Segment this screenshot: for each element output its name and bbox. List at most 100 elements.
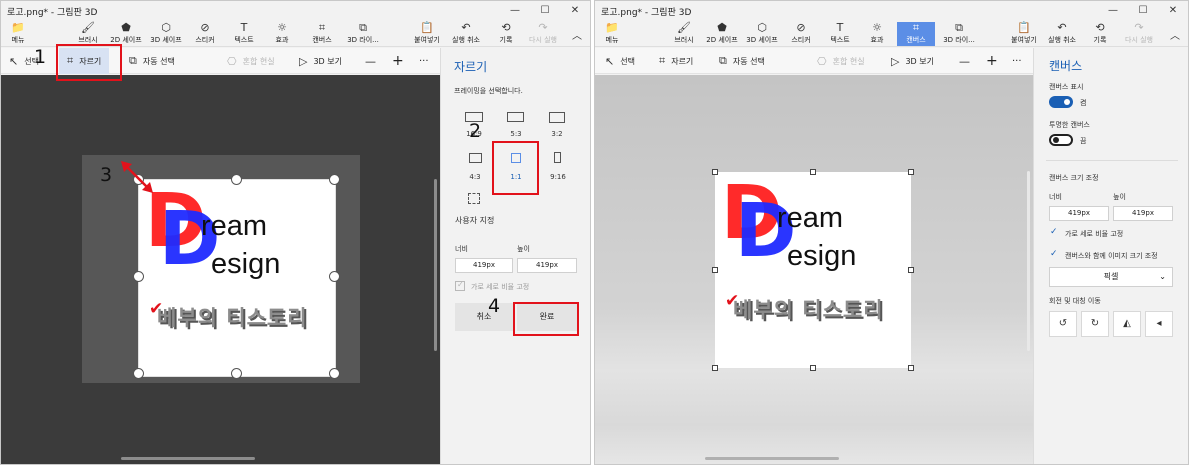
- 3d-library-button[interactable]: ⧉ 3D 라이...: [343, 22, 383, 46]
- brushes-button[interactable]: 🖌 브러시: [667, 22, 701, 46]
- horizontal-scrollbar[interactable]: [705, 457, 839, 460]
- flip-vertical-button[interactable]: ◂: [1145, 311, 1173, 337]
- height-field[interactable]: 419px: [517, 258, 577, 273]
- annotation-number-2: 2: [469, 120, 482, 142]
- redo-icon: ↷: [1134, 21, 1144, 34]
- stickers-button[interactable]: ⊘ 스티커: [189, 22, 221, 46]
- ratio-3-2-icon[interactable]: [549, 112, 565, 123]
- flip-vertical-icon: ◂: [1156, 318, 1162, 329]
- redo-button[interactable]: ↷ 다시 실행: [1121, 22, 1157, 46]
- mixed-reality-tool[interactable]: ⎔ 혼합 현실: [227, 48, 275, 74]
- crop-tool[interactable]: ⌗ 자르기: [659, 48, 693, 74]
- canvas-handle-top-left[interactable]: [712, 169, 718, 175]
- more-options-button[interactable]: ···: [1012, 48, 1022, 74]
- view-3d-tool[interactable]: ▷ 3D 보기: [299, 48, 342, 74]
- custom-ratio-icon[interactable]: [468, 193, 480, 204]
- history-button[interactable]: ⟲ 기록: [493, 22, 519, 46]
- zoom-out-button[interactable]: —: [365, 48, 376, 74]
- crop-handle-bottom-left[interactable]: [133, 368, 144, 379]
- unit-dropdown[interactable]: 픽셀 ⌄: [1049, 267, 1173, 287]
- canvas-handle-bottom-right[interactable]: [908, 365, 914, 371]
- maximize-button[interactable]: ☐: [530, 1, 560, 21]
- rotate-flip-title: 회전 및 대칭 이동: [1049, 297, 1101, 305]
- paste-button[interactable]: 📋 붙여넣기: [409, 22, 445, 46]
- paste-button[interactable]: 📋 붙여넣기: [1006, 22, 1042, 46]
- chevron-up-icon[interactable]: ︿: [572, 27, 582, 42]
- menu-button[interactable]: 📁 메뉴: [5, 22, 31, 46]
- mixed-reality-tool[interactable]: ⎔ 혼합 현실: [817, 48, 865, 74]
- zoom-in-button[interactable]: +: [392, 48, 404, 74]
- horizontal-scrollbar[interactable]: [121, 457, 255, 460]
- transparent-canvas-toggle[interactable]: [1049, 134, 1073, 146]
- crop-handle-top-right[interactable]: [329, 174, 340, 185]
- magic-select-tool[interactable]: ⧉ 자동 선택: [129, 48, 175, 74]
- rotate-right-button[interactable]: ↻: [1081, 311, 1109, 337]
- minimize-button[interactable]: —: [500, 1, 530, 21]
- effects-button[interactable]: ☼ 효과: [269, 22, 295, 46]
- zoom-in-button[interactable]: +: [986, 48, 998, 74]
- width-field[interactable]: 419px: [455, 258, 513, 273]
- crop-handle-top[interactable]: [231, 174, 242, 185]
- redo-button[interactable]: ↷ 다시 실행: [525, 22, 561, 46]
- ratio-4-3-icon[interactable]: [469, 153, 482, 163]
- canvas-image-area[interactable]: D D ream esign ✔ 베부의 티스토리: [715, 170, 911, 368]
- 3d-shapes-button[interactable]: ⬡ 3D 셰이프: [743, 22, 781, 46]
- height-field[interactable]: 419px: [1113, 206, 1173, 221]
- lock-ratio-check-icon[interactable]: ✓: [1050, 227, 1058, 237]
- ratio-9-16-icon[interactable]: [554, 152, 561, 163]
- lock-ratio-checkbox[interactable]: ✓: [455, 280, 465, 291]
- select-tool[interactable]: ↖ 선택: [605, 48, 635, 74]
- workspace-dark[interactable]: D D ream esign ✔ 베부의 티스토리: [1, 75, 440, 464]
- flip-horizontal-button[interactable]: ◭: [1113, 311, 1141, 337]
- vertical-scrollbar[interactable]: [434, 179, 437, 351]
- main-menu-bar: 📁 메뉴 🖌 브러시 ⬟ 2D 셰이프 ⬡ 3D 셰이프 ⊘ 스티커 T 텍스트 ☼ 효과 ⌗…: [595, 21, 1188, 47]
- canvas-button[interactable]: ⌗ 캔버스: [897, 22, 935, 46]
- effects-button[interactable]: ☼ 효과: [863, 22, 891, 46]
- stickers-button[interactable]: ⊘ 스티커: [785, 22, 817, 46]
- resize-image-check-icon[interactable]: ✓: [1050, 249, 1058, 259]
- view-3d-tool[interactable]: ▷ 3D 보기: [891, 48, 934, 74]
- crop-handle-bottom-right[interactable]: [329, 368, 340, 379]
- logo-image: D D ream esign ✔ 베부의 티스토리: [721, 170, 911, 342]
- width-field[interactable]: 419px: [1049, 206, 1109, 221]
- undo-button[interactable]: ↶ 실행 취소: [449, 22, 483, 46]
- canvas-handle-top-right[interactable]: [908, 169, 914, 175]
- undo-button[interactable]: ↶ 실행 취소: [1045, 22, 1079, 46]
- canvas-handle-right[interactable]: [908, 267, 914, 273]
- text-button[interactable]: T 텍스트: [229, 22, 259, 46]
- 3d-library-button[interactable]: ⧉ 3D 라이...: [939, 22, 979, 46]
- workspace-light[interactable]: D D ream esign ✔ 베부의 티스토리: [595, 75, 1033, 464]
- 2d-shapes-button[interactable]: ⬟ 2D 셰이프: [702, 22, 742, 46]
- canvas-handle-bottom-left[interactable]: [712, 365, 718, 371]
- ratio-4-3-label: 4:3: [469, 173, 481, 181]
- transparent-canvas-state: 끔: [1080, 137, 1087, 145]
- cancel-button[interactable]: 취소: [455, 303, 513, 331]
- 3d-shapes-button[interactable]: ⬡ 3D 셰이프: [147, 22, 185, 46]
- close-button[interactable]: ✕: [1158, 1, 1188, 21]
- canvas-button[interactable]: ⌗ 캔버스: [305, 22, 339, 46]
- close-button[interactable]: ✕: [560, 1, 590, 21]
- canvas-handle-top[interactable]: [810, 169, 816, 175]
- maximize-button[interactable]: ☐: [1128, 1, 1158, 21]
- menu-button[interactable]: 📁 메뉴: [599, 22, 625, 46]
- rotate-left-button[interactable]: ↺: [1049, 311, 1077, 337]
- more-options-button[interactable]: ···: [419, 48, 429, 74]
- sticker-icon: ⊘: [200, 21, 210, 34]
- crop-handle-left[interactable]: [133, 271, 144, 282]
- crop-handle-bottom[interactable]: [231, 368, 242, 379]
- show-canvas-toggle[interactable]: [1049, 96, 1073, 108]
- text-button[interactable]: T 텍스트: [825, 22, 855, 46]
- canvas-handle-left[interactable]: [712, 267, 718, 273]
- minimize-button[interactable]: —: [1098, 1, 1128, 21]
- vertical-scrollbar[interactable]: [1027, 171, 1030, 351]
- canvas-handle-bottom[interactable]: [810, 365, 816, 371]
- ratio-5-3-icon[interactable]: [507, 112, 524, 122]
- magic-select-tool[interactable]: ⧉ 자동 선택: [719, 48, 765, 74]
- zoom-out-button[interactable]: —: [959, 48, 970, 74]
- brushes-button[interactable]: 🖌 브러시: [71, 22, 105, 46]
- crop-handle-right[interactable]: [329, 271, 340, 282]
- panel-title: 자르기: [454, 60, 488, 74]
- history-button[interactable]: ⟲ 기록: [1087, 22, 1113, 46]
- chevron-up-icon[interactable]: ︿: [1170, 27, 1180, 42]
- 2d-shapes-button[interactable]: ⬟ 2D 셰이프: [106, 22, 146, 46]
